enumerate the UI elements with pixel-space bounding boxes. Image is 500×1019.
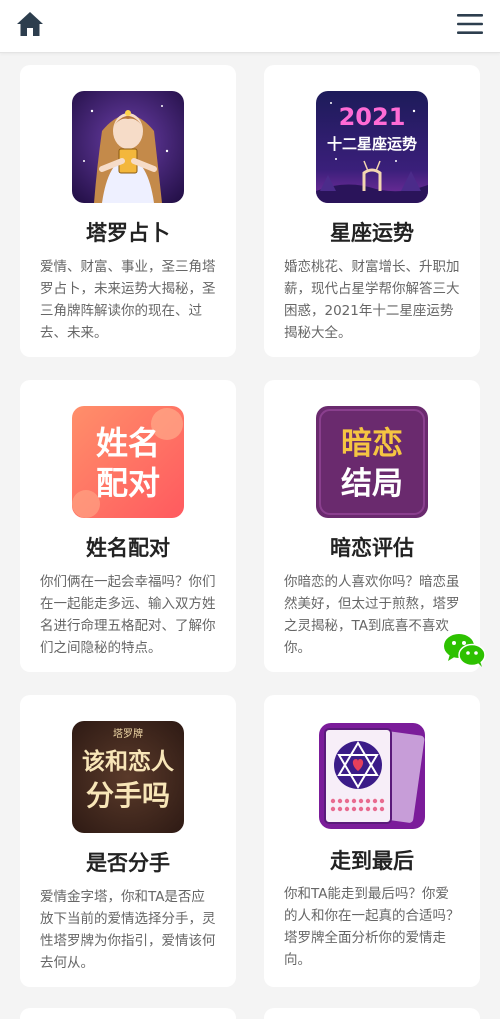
card-crush-assessment[interactable]: 暗恋 结局 暗恋评估 你暗恋的人喜欢你吗？暗恋虽然美好，但太过于煎熬，塔罗之灵揭…	[264, 380, 480, 672]
card-description: 爱情金字塔，你和TA是否应放下当前的爱情选择分手，灵性塔罗牌为你指引，爱情该何去…	[40, 889, 216, 971]
card-title: 是否分手	[86, 851, 170, 875]
thumb-line1-text: 暗恋	[341, 426, 403, 462]
card-title: 走到最后	[330, 849, 414, 873]
tarot-cards-thumbnail	[319, 723, 425, 829]
thumb-year-text: 2021	[339, 103, 406, 131]
thumb-small-text: 塔罗牌	[113, 727, 143, 740]
top-bar	[0, 0, 500, 53]
card-title: 姓名配对	[86, 536, 170, 560]
hamburger-menu-icon[interactable]	[457, 12, 483, 36]
thumb-line2-text: 分手吗	[86, 779, 170, 812]
card-name-matching[interactable]: 姓名 配对 姓名配对 你们俩在一起会幸福吗？你们在一起能走多远、输入双方姓名进行…	[20, 380, 236, 672]
card-title: 暗恋评估	[330, 536, 414, 560]
card-description: 你们俩在一起会幸福吗？你们在一起能走多远、输入双方姓名进行命理五格配对、了解你们…	[40, 574, 216, 656]
card-title: 星座运势	[330, 221, 414, 245]
home-icon[interactable]	[15, 9, 45, 39]
horoscope-2021-thumbnail: 2021 十二星座运势	[316, 91, 428, 203]
card-partial[interactable]	[20, 1008, 236, 1019]
card-tarot-divination[interactable]: 塔罗占卜 爱情、财富、事业，圣三角塔罗占卜，未来运势大揭秘，圣三角牌阵解读你的现…	[20, 65, 236, 357]
card-horoscope[interactable]: 2021 十二星座运势 星座运势 婚恋桃花、财富增长、升职加薪，现代占星学帮你解…	[264, 65, 480, 357]
card-description: 你和TA能走到最后吗？你爱的人和你在一起真的合适吗？塔罗牌全面分析你的爱情走向。	[284, 886, 460, 968]
thumb-line1-text: 该和恋人	[82, 748, 175, 775]
thumb-line2-text: 配对	[96, 464, 160, 502]
thumb-line2-text: 结局	[341, 466, 403, 502]
card-description: 你暗恋的人喜欢你吗？暗恋虽然美好，但太过于煎熬，塔罗之灵揭秘，TA到底喜不喜欢你…	[284, 574, 460, 656]
card-description: 婚恋桃花、财富增长、升职加薪，现代占星学帮你解答三大困惑，2021年十二星座运势…	[284, 259, 460, 341]
card-partial[interactable]	[264, 1008, 480, 1019]
card-breakup-decision[interactable]: 塔罗牌 该和恋人 分手吗 是否分手 爱情金字塔，你和TA是否应放下当前的爱情选择…	[20, 695, 236, 987]
crush-ending-thumbnail: 暗恋 结局	[316, 406, 428, 518]
tarot-goddess-thumbnail	[72, 91, 184, 203]
thumb-subtitle-text: 十二星座运势	[327, 135, 417, 153]
card-title: 塔罗占卜	[86, 221, 170, 245]
wechat-icon[interactable]	[442, 632, 486, 668]
breakup-thumbnail: 塔罗牌 该和恋人 分手吗	[72, 721, 184, 833]
card-together-to-the-end[interactable]: 走到最后 你和TA能走到最后吗？你爱的人和你在一起真的合适吗？塔罗牌全面分析你的…	[264, 695, 480, 987]
card-description: 爱情、财富、事业，圣三角塔罗占卜，未来运势大揭秘，圣三角牌阵解读你的现在、过去、…	[40, 259, 216, 341]
name-matching-thumbnail: 姓名 配对	[72, 406, 184, 518]
thumb-line1-text: 姓名	[96, 424, 160, 462]
